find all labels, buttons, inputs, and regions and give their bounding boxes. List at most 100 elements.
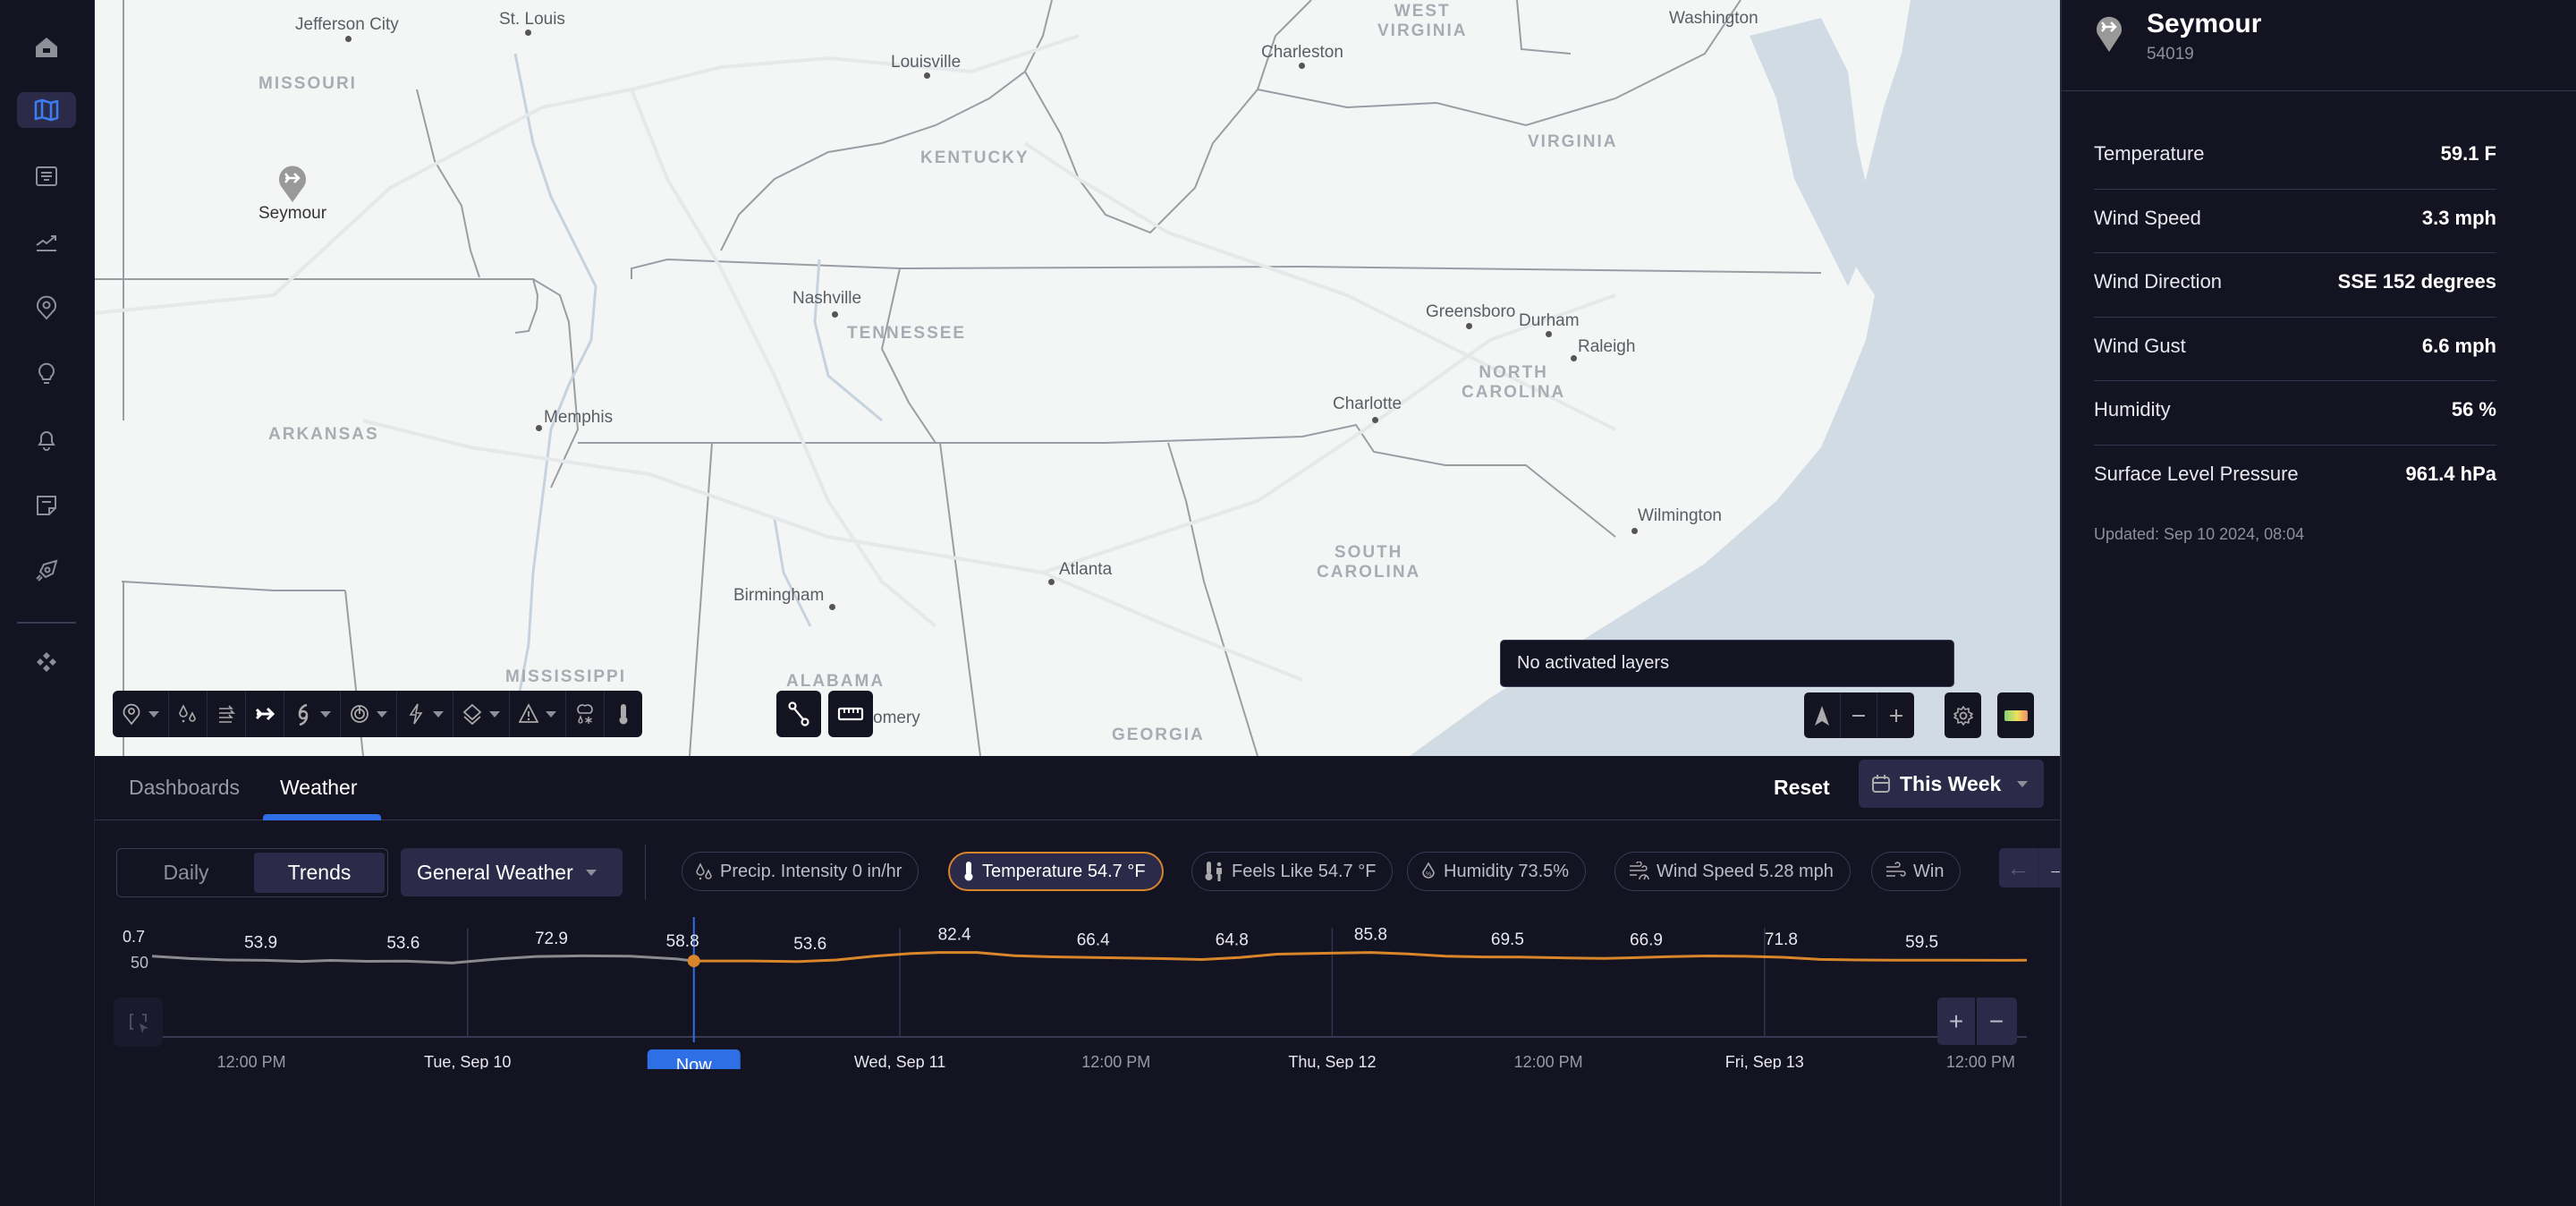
chip-humidity[interactable]: % Humidity 73.5% xyxy=(1407,852,1587,891)
state-label: TENNESSEE xyxy=(847,324,967,343)
map-zoom-in-button[interactable] xyxy=(1877,692,1914,738)
calendar-icon xyxy=(1872,775,1890,793)
state-label: GEORGIA xyxy=(1112,726,1205,744)
sidebar-item-insights[interactable] xyxy=(17,355,76,391)
select-area-button[interactable] xyxy=(114,998,163,1047)
chevron-down-icon xyxy=(148,710,159,718)
layers-status-panel: No activated layers xyxy=(1500,640,1954,687)
route-icon xyxy=(788,701,809,726)
detail-value: 961.4 hPa xyxy=(2405,463,2496,486)
precipitation-layer-button[interactable] xyxy=(169,691,208,737)
hurricane-layer-button[interactable] xyxy=(284,691,341,737)
feels-like-icon xyxy=(1205,862,1222,881)
compass-icon xyxy=(1815,705,1829,726)
chevron-down-icon xyxy=(585,869,597,876)
state-label: ALABAMA xyxy=(786,672,886,691)
temperature-trend-chart[interactable]: 0.750-3012:00 PMTue, Sep 1012:00 PMWed, … xyxy=(95,917,2060,1069)
wind-flow-layer-button[interactable] xyxy=(208,691,246,737)
lightning-layer-button[interactable] xyxy=(397,691,453,737)
data-label: 66.9 xyxy=(1630,931,1663,950)
date-range-dropdown[interactable]: This Week xyxy=(1859,760,2044,808)
sidebar-item-map[interactable] xyxy=(17,92,76,128)
chip-wind-speed[interactable]: Wind Speed 5.28 mph xyxy=(1614,852,1851,891)
detail-value: 56 % xyxy=(2451,398,2496,421)
route-tool-button[interactable] xyxy=(776,691,821,737)
sidebar xyxy=(0,0,95,1206)
chip-label: Temperature 54.7 °F xyxy=(982,861,1146,881)
city-label: Washington xyxy=(1669,9,1758,28)
seymour-label: Seymour xyxy=(258,204,327,223)
active-tab-indicator xyxy=(263,814,381,820)
settings-icon xyxy=(1953,705,1973,726)
sidebar-item-integrations[interactable] xyxy=(17,644,76,680)
radar-layer-button[interactable] xyxy=(341,691,397,737)
chart-zoom-out-button[interactable]: − xyxy=(1977,998,2016,1045)
city-label: Memphis xyxy=(544,408,614,427)
wind-direction-layer-button[interactable] xyxy=(246,691,284,737)
chart-zoom-in-button[interactable]: + xyxy=(1937,998,1977,1045)
wind-flow-icon xyxy=(219,705,235,723)
city-dot xyxy=(1631,528,1638,534)
map-view[interactable]: MISSOURI KENTUCKY WEST VIRGINIA VIRGINIA… xyxy=(95,0,2060,756)
details-list: Temperature 59.1 F Wind Speed 3.3 mph Wind… xyxy=(2094,125,2496,509)
humidity-icon: % xyxy=(1422,862,1435,879)
data-label: 72.9 xyxy=(535,930,568,948)
snow-rain-layer-button[interactable] xyxy=(566,691,605,737)
map-icon xyxy=(34,98,59,122)
warnings-layer-button[interactable] xyxy=(510,691,566,737)
chip-scroll-left-button[interactable]: ← xyxy=(1999,848,2038,888)
sidebar-item-notes[interactable] xyxy=(17,488,76,523)
city-dot xyxy=(345,36,352,42)
chip-temperature[interactable]: Temperature 54.7 °F xyxy=(948,852,1164,891)
chevron-down-icon xyxy=(2017,780,2029,787)
data-label: 58.8 xyxy=(666,932,699,951)
metric-chips: Precip. Intensity 0 in/hr Temperature 54… xyxy=(682,852,2032,893)
map-settings-button[interactable] xyxy=(1945,692,1981,738)
category-label: General Weather xyxy=(417,860,573,884)
sidebar-item-trends[interactable] xyxy=(17,224,76,259)
trends-toggle[interactable]: Trends xyxy=(254,853,385,893)
sidebar-item-locations[interactable] xyxy=(17,290,76,326)
map-legend-button[interactable] xyxy=(1997,692,2034,738)
date-range-label: This Week xyxy=(1900,771,2002,795)
data-label: 64.8 xyxy=(1216,930,1249,949)
temperature-layer-button[interactable] xyxy=(605,691,642,737)
compass-button[interactable] xyxy=(1804,692,1841,738)
chevron-down-icon xyxy=(489,710,500,718)
reset-button[interactable]: Reset xyxy=(1774,776,1830,800)
x-tick-label: 12:00 PM xyxy=(1946,1053,2015,1069)
sidebar-item-reports[interactable] xyxy=(17,158,76,194)
ruler-tool-button[interactable] xyxy=(828,691,873,737)
sidebar-item-home[interactable] xyxy=(17,30,76,65)
chip-wind[interactable]: Win xyxy=(1871,852,1962,891)
tab-weather[interactable]: Weather xyxy=(280,776,358,800)
map-layer-toolbar xyxy=(113,691,642,737)
marker-pin-icon xyxy=(2097,16,2122,52)
map-zoom-out-button[interactable] xyxy=(1841,692,1877,738)
detail-label: Wind Gust xyxy=(2094,334,2186,357)
x-tick-label: Wed, Sep 11 xyxy=(854,1053,945,1069)
seymour-marker[interactable] xyxy=(276,163,309,208)
chip-feels-like[interactable]: Feels Like 54.7 °F xyxy=(1191,852,1394,891)
data-label: 59.5 xyxy=(1905,933,1938,952)
precipitation-icon xyxy=(696,862,712,880)
svg-text:%: % xyxy=(1426,871,1431,878)
city-label: Birmingham xyxy=(733,586,825,605)
radar-icon xyxy=(351,705,369,723)
sidebar-item-launch[interactable] xyxy=(17,553,76,589)
sidebar-item-alerts[interactable] xyxy=(17,421,76,457)
note-icon xyxy=(37,496,56,515)
data-label: 69.5 xyxy=(1491,930,1524,949)
weather-category-dropdown[interactable]: General Weather xyxy=(401,848,623,896)
app-root: MISSOURI KENTUCKY WEST VIRGINIA VIRGINIA… xyxy=(0,0,2576,1206)
layers-button[interactable] xyxy=(453,691,510,737)
location-layer-button[interactable] xyxy=(113,691,169,737)
daily-toggle[interactable]: Daily xyxy=(121,853,251,893)
tab-dashboards[interactable]: Dashboards xyxy=(129,776,240,800)
data-label: 71.8 xyxy=(1765,930,1798,949)
city-dot xyxy=(1546,331,1552,337)
data-label: 53.9 xyxy=(244,933,277,952)
chip-precip-intensity[interactable]: Precip. Intensity 0 in/hr xyxy=(682,852,919,891)
detail-value: 3.3 mph xyxy=(2421,206,2496,229)
detail-label: Temperature xyxy=(2094,142,2205,166)
